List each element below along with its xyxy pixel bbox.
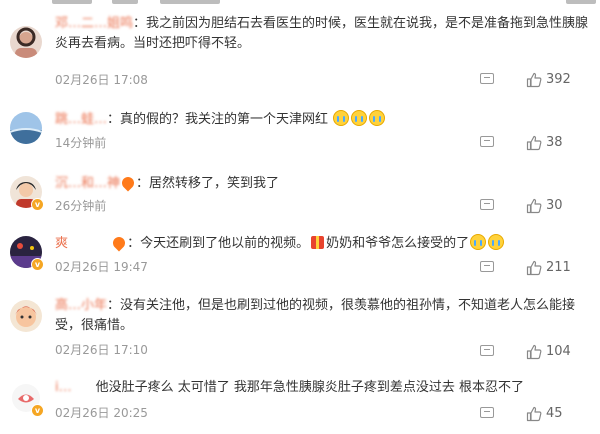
like-button[interactable]: 45 [526,406,590,422]
thumbs-up-icon [526,72,542,88]
verified-badge: v [31,198,44,211]
comment-actions: 30 [480,198,590,214]
like-count: 211 [546,260,571,275]
comment-icon[interactable] [480,407,494,418]
comment-text: ：今天还刷到了他以前的视频。 [127,236,310,251]
cry-emoji [470,234,487,250]
cry-emoji [488,234,505,250]
avatar[interactable] [10,26,42,58]
verified-badge: v [31,404,44,417]
comment-item: 邓…二…姐鸣：我之前因为胆结石去看医生的时候，医生就在说我，是不是准备拖到急性胰… [0,14,600,92]
comment-text: ：居然转移了，笑到我了 [136,176,280,191]
fire-emoji [119,174,137,192]
verified-badge: v [31,258,44,271]
username[interactable]: 跳…蛙… [55,112,107,127]
thumbs-up-icon [526,406,542,422]
thumbs-up-icon [526,135,542,151]
like-button[interactable]: 211 [526,260,590,276]
comment-item: 跳…蛙…：真的假的？我关注的第一个天津网红 14分钟前 38 [0,110,600,154]
comment-text: 他没肚子疼么 太可惜了 我那年急性胰腺炎肚子疼到差点没过去 根本忍不了 [95,380,525,395]
like-button[interactable]: 104 [526,344,590,360]
like-count: 392 [546,72,571,87]
avatar[interactable] [10,112,42,144]
timestamp: 02月26日 17:08 [55,73,148,87]
comment-icon[interactable] [480,261,494,272]
comment-actions: 38 [480,135,590,151]
comment-text: 真的假的？我关注的第一个天津网红 [120,112,329,127]
comment-text-2: 奶奶和爷爷怎么接受的了 [326,236,470,251]
cry-emoji [333,110,350,126]
timestamp: 02月26日 20:25 [55,406,148,420]
comment-item: v i… 他没肚子疼么 太可惜了 我那年急性胰腺炎肚子疼到差点没过去 根本忍不了 … [0,378,600,426]
comment-actions: 211 [480,260,590,276]
thumbs-up-icon [526,198,542,214]
timestamp: 26分钟前 [55,199,107,213]
thumbs-up-icon [526,344,542,360]
timestamp: 14分钟前 [55,136,107,150]
comment-item: v 爽 ：今天还刷到了他以前的视频。 奶奶和爷爷怎么接受的了 02月26日 19:… [0,234,600,278]
thumbs-up-icon [526,260,542,276]
comment-item: 高…小年：没有关注他，但是也刷到过他的视频，很羡慕他的祖孙情，不知道老人怎么能接… [0,296,600,360]
username[interactable]: 沉…和…神 [55,176,120,191]
comment-icon[interactable] [480,199,494,210]
like-count: 104 [546,344,571,359]
cry-emoji [369,110,386,126]
username[interactable]: 高…小年 [55,298,107,313]
comment-text: 没有关注他，但是也刷到过他的视频，很羡慕他的祖孙情，不知道老人怎么能接受，很痛惜… [55,298,576,333]
username[interactable]: 邓…二…姐鸣 [55,16,133,31]
timestamp: 02月26日 19:47 [55,260,148,274]
like-button[interactable]: 392 [526,72,590,88]
like-count: 45 [546,406,563,421]
fire-emoji [110,234,128,252]
comment-actions: 45 [480,406,590,422]
comment-item: v 沉…和…神 ：居然转移了，笑到我了 26分钟前 30 [0,174,600,218]
comment-icon[interactable] [480,345,494,356]
like-count: 38 [546,135,563,150]
cry-emoji [351,110,368,126]
comment-icon[interactable] [480,136,494,147]
cropped-previous-comment [0,0,600,6]
username[interactable]: 爽 [55,236,68,251]
username[interactable]: i… [55,380,72,395]
comment-actions: 392 [480,72,590,88]
gift-emoji [311,236,325,249]
comment-icon[interactable] [480,73,494,84]
like-button[interactable]: 38 [526,135,590,151]
timestamp: 02月26日 17:10 [55,343,148,357]
comment-actions: 104 [480,344,590,360]
like-count: 30 [546,198,563,213]
avatar[interactable] [10,300,42,332]
like-button[interactable]: 30 [526,198,590,214]
